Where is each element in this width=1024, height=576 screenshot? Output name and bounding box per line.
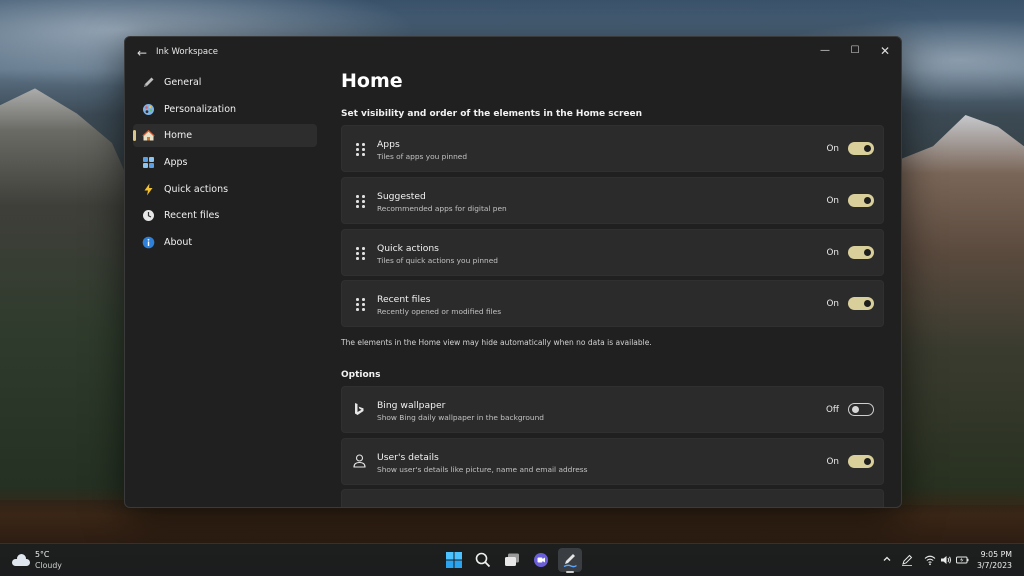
toggle-state-label: Off — [826, 405, 839, 415]
info-icon — [141, 236, 155, 250]
ink-workspace-icon[interactable] — [558, 548, 582, 573]
row-title: Quick actions — [377, 243, 439, 254]
app-title: Ink Workspace — [156, 47, 218, 57]
lightning-icon — [141, 182, 155, 196]
task-view-icon[interactable] — [500, 548, 524, 572]
clock-time: 9:05 PM — [980, 550, 1012, 559]
drag-handle-icon[interactable] — [356, 298, 365, 311]
sidebar-nav: General Personalization Home Apps Quick … — [133, 71, 317, 258]
drag-handle-icon[interactable] — [356, 195, 365, 208]
page-title: Home — [341, 70, 403, 92]
option-row-partial[interactable] — [341, 489, 884, 507]
row-subtitle: Show Bing daily wallpaper in the backgro… — [377, 413, 544, 422]
home-element-row-quick-actions[interactable]: Quick actions Tiles of quick actions you… — [341, 229, 884, 276]
options-section-heading: Options — [341, 370, 381, 380]
toggle-state-label: On — [826, 248, 840, 258]
row-title: Recent files — [377, 294, 431, 305]
sidebar-item-quick-actions[interactable]: Quick actions — [133, 178, 317, 201]
main-content: Home Set visibility and order of the ele… — [340, 37, 885, 507]
apps-toggle[interactable] — [848, 142, 874, 155]
row-title: Suggested — [377, 191, 426, 202]
sidebar-item-label: Quick actions — [164, 183, 229, 195]
sidebar-item-apps[interactable]: Apps — [133, 151, 317, 174]
row-title: User's details — [377, 452, 439, 463]
visibility-section-heading: Set visibility and order of the elements… — [341, 109, 643, 119]
users-details-toggle[interactable] — [848, 455, 874, 468]
bing-icon — [352, 402, 366, 418]
sidebar-item-general[interactable]: General — [133, 71, 317, 94]
sidebar-item-recent-files[interactable]: Recent files — [133, 204, 317, 227]
home-element-row-suggested[interactable]: Suggested Recommended apps for digital p… — [341, 177, 884, 224]
toggle-state-label: On — [826, 299, 840, 309]
suggested-toggle[interactable] — [848, 194, 874, 207]
sidebar-item-label: Personalization — [164, 103, 237, 115]
recent-files-toggle[interactable] — [848, 297, 874, 310]
sidebar-item-home[interactable]: Home — [133, 124, 317, 148]
row-subtitle: Show user's details like picture, name a… — [377, 465, 588, 474]
row-title: Bing wallpaper — [377, 400, 446, 411]
row-subtitle: Tiles of apps you pinned — [377, 152, 468, 161]
chevron-up-icon[interactable] — [882, 554, 892, 567]
sidebar-item-label: Recent files — [164, 210, 220, 222]
weather-widget[interactable]: 5°C Cloudy — [12, 549, 62, 571]
cloud-icon — [12, 554, 30, 566]
sidebar-item-label: About — [164, 237, 193, 249]
weather-condition: Cloudy — [35, 561, 62, 570]
pen-menu-icon[interactable] — [901, 554, 913, 569]
row-subtitle: Recently opened or modified files — [377, 307, 502, 316]
toggle-state-label: On — [826, 457, 840, 467]
battery-icon[interactable] — [956, 554, 969, 569]
back-button[interactable]: ← — [133, 45, 151, 61]
taskbar: 5°C Cloudy 9:05 PM 3/7/2023 — [0, 543, 1024, 576]
drag-handle-icon[interactable] — [356, 143, 365, 156]
home-view-note: The elements in the Home view may hide a… — [341, 338, 652, 347]
drag-handle-icon[interactable] — [356, 247, 365, 260]
clock-icon — [141, 209, 155, 223]
row-subtitle: Tiles of quick actions you pinned — [377, 256, 498, 265]
home-element-row-recent-files[interactable]: Recent files Recently opened or modified… — [341, 280, 884, 327]
toggle-state-label: On — [826, 144, 840, 154]
row-subtitle: Recommended apps for digital pen — [377, 204, 507, 213]
apps-icon — [141, 156, 155, 170]
user-icon — [352, 454, 366, 470]
option-row-bing-wallpaper[interactable]: Bing wallpaper Show Bing daily wallpaper… — [341, 386, 884, 433]
sidebar-item-about[interactable]: About — [133, 231, 317, 254]
toggle-state-label: On — [826, 196, 840, 206]
wallpaper-mountain-right — [894, 115, 1024, 505]
clock-date: 3/7/2023 — [976, 561, 1012, 570]
teams-chat-icon[interactable] — [529, 548, 553, 572]
sidebar-item-label: Apps — [164, 157, 188, 169]
row-title: Apps — [377, 139, 400, 150]
home-icon — [141, 129, 155, 143]
palette-icon — [141, 102, 155, 116]
app-window: ← Ink Workspace — ☐ ✕ General Personaliz… — [124, 36, 902, 508]
search-icon[interactable] — [471, 548, 495, 572]
pen-icon — [141, 76, 155, 90]
weather-temperature: 5°C — [35, 550, 50, 559]
taskbar-clock[interactable]: 9:05 PM 3/7/2023 — [977, 549, 1012, 571]
quick-actions-toggle[interactable] — [848, 246, 874, 259]
wifi-icon[interactable] — [924, 554, 936, 569]
bing-wallpaper-toggle[interactable] — [848, 403, 874, 416]
sidebar-item-personalization[interactable]: Personalization — [133, 98, 317, 121]
volume-icon[interactable] — [940, 554, 952, 569]
home-element-row-apps[interactable]: Apps Tiles of apps you pinned On — [341, 125, 884, 172]
sidebar-item-label: Home — [164, 130, 193, 142]
windows-start-icon[interactable] — [442, 548, 466, 572]
sidebar-item-label: General — [164, 77, 202, 88]
option-row-users-details[interactable]: User's details Show user's details like … — [341, 438, 884, 485]
